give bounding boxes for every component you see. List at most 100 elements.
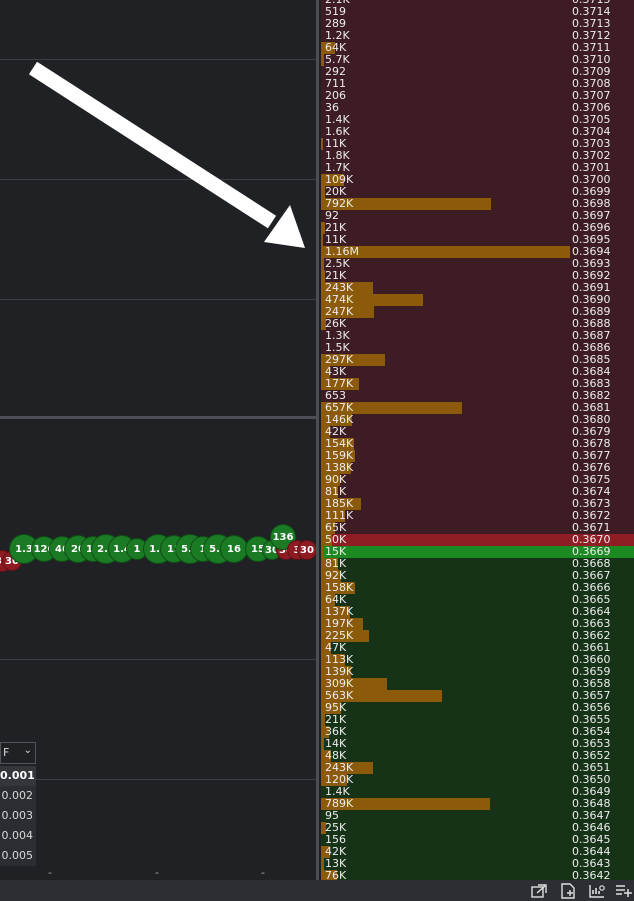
chart-gridline xyxy=(0,299,318,300)
buy-trade-bubble[interactable]: 16 xyxy=(220,535,248,563)
volume-cell[interactable]: 81K xyxy=(321,558,572,570)
volume-cell[interactable]: 64K xyxy=(321,594,572,606)
sell-trade-bubble[interactable]: 30 xyxy=(297,540,317,560)
volume-bar xyxy=(321,738,324,750)
volume-cell[interactable]: 1.16M xyxy=(321,246,572,258)
volume-cell[interactable]: 139K xyxy=(321,666,572,678)
volume-cell[interactable]: 243K xyxy=(321,762,572,774)
volume-cell[interactable]: 64K xyxy=(321,42,572,54)
volume-cell[interactable]: 156 xyxy=(321,834,572,846)
chart-gridline xyxy=(0,659,318,660)
volume-cell[interactable]: 20K xyxy=(321,186,572,198)
volume-bar xyxy=(321,858,324,870)
volume-cell[interactable]: 48K xyxy=(321,750,572,762)
order-size-option[interactable]: 0.001 xyxy=(0,766,36,786)
volume-bar xyxy=(321,546,324,558)
volume-cell[interactable]: 113K xyxy=(321,654,572,666)
volume-cell[interactable]: 197K xyxy=(321,618,572,630)
volume-cell[interactable]: 13K xyxy=(321,858,572,870)
volume-cell[interactable]: 657K xyxy=(321,402,572,414)
volume-cell[interactable]: 1.3K xyxy=(321,330,572,342)
volume-cell[interactable]: 519 xyxy=(321,6,572,18)
volume-cell[interactable]: 1.6K xyxy=(321,126,572,138)
volume-cell[interactable]: 42K xyxy=(321,846,572,858)
volume-cell[interactable]: 25K xyxy=(321,822,572,834)
volume-cell[interactable]: 1.5K xyxy=(321,342,572,354)
volume-cell[interactable]: 206 xyxy=(321,90,572,102)
volume-cell[interactable]: 43K xyxy=(321,366,572,378)
volume-cell[interactable]: 1.8K xyxy=(321,150,572,162)
order-size-panel: F ⌄ 0.001 0.002 0.003 0.004 0.005 xyxy=(0,742,36,868)
volume-cell[interactable]: 5.7K xyxy=(321,54,572,66)
x-axis-tick: - xyxy=(261,866,265,879)
volume-bar xyxy=(321,54,324,66)
volume-cell[interactable]: 92K xyxy=(321,570,572,582)
volume-cell[interactable]: 50K xyxy=(321,534,572,546)
annotation-arrow-icon xyxy=(28,61,305,248)
volume-cell[interactable]: 111K xyxy=(321,510,572,522)
volume-cell[interactable]: 158K xyxy=(321,582,572,594)
volume-cell[interactable]: 289 xyxy=(321,18,572,30)
volume-cell[interactable]: 1.2K xyxy=(321,30,572,42)
volume-cell[interactable]: 95K xyxy=(321,702,572,714)
volume-cell[interactable]: 177K xyxy=(321,378,572,390)
price-chart-panel[interactable]: 30301.31264620162.11.411.8155.815.916153… xyxy=(0,0,318,880)
volume-cell[interactable]: 120K xyxy=(321,774,572,786)
volume-cell[interactable]: 15K xyxy=(321,546,572,558)
volume-cell[interactable]: 563K xyxy=(321,690,572,702)
volume-cell[interactable]: 65K xyxy=(321,522,572,534)
volume-cell[interactable]: 154K xyxy=(321,438,572,450)
add-window-icon[interactable] xyxy=(559,883,577,899)
volume-cell[interactable]: 26K xyxy=(321,318,572,330)
volume-cell[interactable]: 36K xyxy=(321,726,572,738)
volume-cell[interactable]: 792K xyxy=(321,198,572,210)
volume-cell[interactable]: 1.7K xyxy=(321,162,572,174)
order-size-dropdown-value: F xyxy=(3,746,10,759)
volume-cell[interactable]: 95 xyxy=(321,810,572,822)
volume-cell[interactable]: 21K xyxy=(321,714,572,726)
volume-cell[interactable]: 292 xyxy=(321,66,572,78)
volume-cell[interactable]: 92 xyxy=(321,210,572,222)
volume-cell[interactable]: 225K xyxy=(321,630,572,642)
volume-cell[interactable]: 109K xyxy=(321,174,572,186)
price-cell[interactable]: 0.3642 xyxy=(572,870,634,880)
chart-gridline xyxy=(0,779,318,780)
volume-cell[interactable]: 789K xyxy=(321,798,572,810)
volume-cell[interactable]: 711 xyxy=(321,78,572,90)
volume-cell[interactable]: 2.5K xyxy=(321,258,572,270)
add-list-icon[interactable] xyxy=(615,883,633,899)
volume-cell[interactable]: 474K xyxy=(321,294,572,306)
volume-cell[interactable]: 137K xyxy=(321,606,572,618)
volume-cell[interactable]: 653 xyxy=(321,390,572,402)
order-size-option[interactable]: 0.004 xyxy=(0,826,36,846)
volume-cell[interactable]: 309K xyxy=(321,678,572,690)
volume-cell[interactable]: 247K xyxy=(321,306,572,318)
volume-cell[interactable]: 47K xyxy=(321,642,572,654)
chart-current-price-line xyxy=(0,416,318,419)
chart-settings-icon[interactable] xyxy=(588,883,606,899)
volume-cell[interactable]: 297K xyxy=(321,354,572,366)
volume-cell[interactable]: 1.4K xyxy=(321,114,572,126)
order-size-dropdown[interactable]: F ⌄ xyxy=(0,742,36,764)
price-ladder[interactable]: 2.1K0.37155190.37142890.37131.2K0.371264… xyxy=(319,0,634,880)
ladder-row[interactable]: 76K 0.3642 xyxy=(319,870,634,880)
volume-cell[interactable]: 76K xyxy=(321,870,572,880)
order-size-option[interactable]: 0.005 xyxy=(0,846,36,866)
popout-icon[interactable] xyxy=(530,883,548,899)
volume-cell[interactable]: 21K xyxy=(321,222,572,234)
volume-cell[interactable]: 14K xyxy=(321,738,572,750)
volume-cell[interactable]: 90K xyxy=(321,474,572,486)
volume-cell[interactable]: 42K xyxy=(321,426,572,438)
volume-cell[interactable]: 185K xyxy=(321,498,572,510)
volume-cell[interactable]: 21K xyxy=(321,270,572,282)
volume-cell[interactable]: 36 xyxy=(321,102,572,114)
volume-cell[interactable]: 243K xyxy=(321,282,572,294)
volume-cell[interactable]: 11K xyxy=(321,138,572,150)
volume-cell[interactable]: 146K xyxy=(321,414,572,426)
volume-cell[interactable]: 159K xyxy=(321,450,572,462)
volume-cell[interactable]: 1.4K xyxy=(321,786,572,798)
volume-cell[interactable]: 81K xyxy=(321,486,572,498)
order-size-option[interactable]: 0.002 xyxy=(0,786,36,806)
volume-cell[interactable]: 138K xyxy=(321,462,572,474)
order-size-option[interactable]: 0.003 xyxy=(0,806,36,826)
